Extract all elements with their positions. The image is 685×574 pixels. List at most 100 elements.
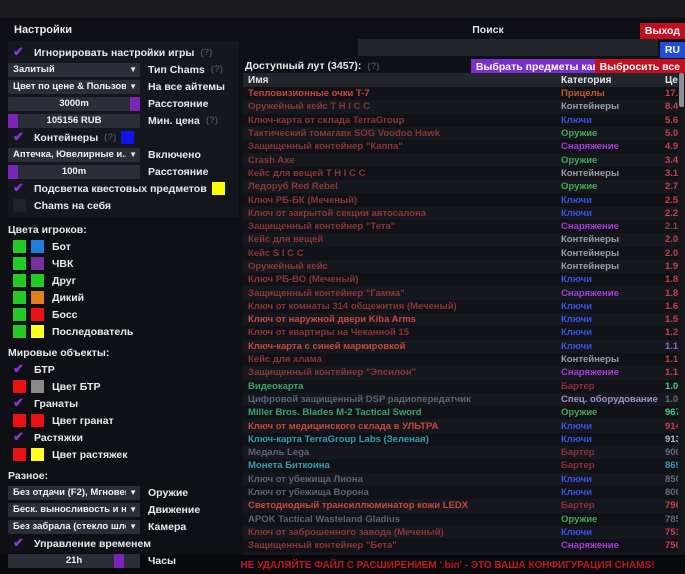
loot-row[interactable] — [243, 552, 678, 555]
checkbox-checked[interactable] — [13, 537, 26, 550]
item-price: 869.6k — [665, 460, 678, 471]
color-swatch[interactable] — [13, 325, 26, 338]
loot-row[interactable]: Crash AxeОружие3.40kk — [243, 153, 678, 166]
loot-row[interactable]: Ключ-карта от склада TerraGroupКлючи5.63… — [243, 114, 678, 127]
color-swatch[interactable] — [13, 414, 26, 427]
dropdown[interactable]: Беск. выносливость и нет уста▼ — [8, 503, 140, 517]
scrollbar-thumb[interactable] — [679, 73, 684, 107]
loot-row[interactable]: Оружейный кейс T H I C CКонтейнеры8.40kk — [243, 100, 678, 113]
color-swatch[interactable] — [31, 380, 44, 393]
loot-row[interactable]: Защищенный контейнер "Тета"Снаряжение2.1… — [243, 220, 678, 233]
loot-row[interactable]: Ледоруб Red RebelОружие2.75kk — [243, 180, 678, 193]
loot-row[interactable]: Ключ-карта с синей маркировкойКлючи1.17k… — [243, 340, 678, 353]
checkbox-checked[interactable] — [13, 363, 26, 376]
setting-label: Chams на себя — [34, 200, 111, 212]
dropdown[interactable]: Цвет по цене & Пользователь▼ — [8, 80, 140, 94]
loot-row[interactable]: APOK Tactical Wasteland GladiusОружие785… — [243, 513, 678, 526]
color-swatch[interactable] — [31, 291, 44, 304]
loot-row[interactable]: Ключ от медицинского склада в УЛЬТРАКлюч… — [243, 419, 678, 432]
loot-row[interactable]: ВидеокартаБартер1.06kk — [243, 380, 678, 393]
item-name: Кейс для хлама — [243, 354, 561, 365]
slider[interactable]: 3000m — [8, 97, 140, 111]
loot-row[interactable]: Монета БиткоинаБартер869.6k — [243, 459, 678, 472]
color-swatch[interactable] — [31, 325, 44, 338]
color-swatch[interactable] — [13, 291, 26, 304]
loot-row[interactable]: Кейс для вещейКонтейнеры2.08kk — [243, 233, 678, 246]
loot-row[interactable]: Ключ от закрытой секции автосалонаКлючи2… — [243, 207, 678, 220]
item-category: Снаряжение — [561, 540, 665, 551]
loot-row[interactable]: Тепловизионные очки T-7Прицелы17.33kk — [243, 87, 678, 100]
checkbox-checked[interactable] — [13, 397, 26, 410]
loot-row[interactable]: Ключ от квартиры на Чеканной 15Ключи1.29… — [243, 326, 678, 339]
checkbox-unchecked[interactable] — [13, 199, 26, 212]
loot-row[interactable]: Кейс для вещей T H I C CКонтейнеры3.10kk — [243, 167, 678, 180]
loot-row[interactable]: Кейс S I C CКонтейнеры2.05kk — [243, 247, 678, 260]
slider-handle[interactable] — [8, 165, 18, 179]
color-swatch[interactable] — [13, 274, 26, 287]
color-swatch[interactable] — [13, 448, 26, 461]
loot-row[interactable]: Ключ от комнаты 314 общежития (Меченый)К… — [243, 300, 678, 313]
loot-row[interactable]: Ключ-карта TerraGroup Labs (Зеленая)Ключ… — [243, 433, 678, 446]
item-category: Ключи — [561, 208, 665, 219]
loot-row[interactable]: Защищенный контейнер "Бета"Снаряжение750… — [243, 539, 678, 552]
checkbox-checked[interactable] — [13, 131, 26, 144]
loot-scrollbar[interactable] — [678, 73, 685, 555]
language-button[interactable]: RU — [660, 42, 685, 58]
color-swatch[interactable] — [31, 257, 44, 270]
column-header-name[interactable]: Имя — [243, 75, 561, 86]
color-label: Друг — [52, 275, 76, 287]
slider[interactable]: 100m — [8, 165, 140, 179]
color-swatch[interactable] — [31, 448, 44, 461]
loot-row[interactable]: Ключ от убежища ВоронаКлючи800.0k — [243, 486, 678, 499]
loot-row[interactable]: Оружейный кейсКонтейнеры1.95kk — [243, 260, 678, 273]
slider-handle[interactable] — [114, 554, 124, 568]
color-swatch[interactable] — [13, 380, 26, 393]
color-swatch[interactable] — [31, 274, 44, 287]
loot-row[interactable]: Ключ от наружной двери Kiba ArmsКлючи1.5… — [243, 313, 678, 326]
color-swatch[interactable] — [13, 257, 26, 270]
dropdown[interactable]: Залитый▼ — [8, 63, 140, 77]
loot-row[interactable]: Ключ РБ-БК (Меченый)Ключи2.58kk — [243, 193, 678, 206]
slider-handle[interactable] — [130, 97, 140, 111]
item-name: Цифровой защищенный DSP радиопередатчик — [243, 394, 561, 405]
color-swatch[interactable] — [13, 308, 26, 321]
loot-count-label: Доступный лут (3457): — [245, 60, 361, 72]
loot-row[interactable]: Ключ РБ-ВО (Меченый)Ключи1.85kk — [243, 273, 678, 286]
search-input[interactable] — [358, 39, 658, 56]
item-name: Тактический томагавк SOG Voodoo Hawk — [243, 128, 561, 139]
loot-row[interactable]: Miller Bros. Blades M-2 Tactical SwordОр… — [243, 406, 678, 419]
loot-row[interactable]: Ключ от убежища ЛионаКлючи850.0k — [243, 473, 678, 486]
checkbox-checked[interactable] — [13, 431, 26, 444]
settings-row: Разное: — [8, 467, 239, 484]
color-swatch[interactable] — [212, 182, 225, 195]
loot-row[interactable]: Защищенный контейнер "Эпсилон"Снаряжение… — [243, 366, 678, 379]
loot-row[interactable]: Светодиодный трансиллюминатор кожи LEDXБ… — [243, 499, 678, 512]
loot-row[interactable]: Защищенный контейнер "Гамма"Снаряжение1.… — [243, 286, 678, 299]
color-swatch[interactable] — [31, 240, 44, 253]
checkbox-checked[interactable] — [13, 182, 26, 195]
loot-row[interactable]: Кейс для хламаКонтейнеры1.11kk — [243, 353, 678, 366]
color-swatch[interactable] — [31, 414, 44, 427]
column-header-category[interactable]: Категория — [561, 75, 665, 86]
dropdown[interactable]: Без забрала (стекло шлема)▼ — [8, 520, 140, 534]
exit-button[interactable]: Выход — [640, 23, 685, 39]
item-category: Снаряжение — [561, 221, 665, 232]
loot-row[interactable]: Цифровой защищенный DSP радиопередатчикС… — [243, 393, 678, 406]
color-swatch[interactable] — [31, 308, 44, 321]
color-swatch[interactable] — [13, 240, 26, 253]
loot-row[interactable]: Защищенный контейнер "Каппа"Снаряжение4.… — [243, 140, 678, 153]
loot-row[interactable]: Ключ от заброшенного завода (Меченый)Клю… — [243, 526, 678, 539]
dropdown[interactable]: Аптечка, Ювелирные и...▼ — [8, 148, 140, 162]
slider[interactable]: 105156 RUB — [8, 114, 140, 128]
dropdown[interactable]: Без отдачи (F2), Мгновенное п▼ — [8, 486, 140, 500]
column-header-price[interactable]: Цена — [665, 75, 678, 86]
slider[interactable]: 21h — [8, 554, 140, 568]
settings-group-main: Игнорировать настройки игры(?)Залитый▼Ти… — [8, 41, 239, 217]
help-icon: (?) — [211, 64, 223, 75]
settings-row: Игнорировать настройки игры(?) — [8, 44, 239, 61]
slider-handle[interactable] — [8, 114, 18, 128]
color-swatch[interactable] — [121, 131, 134, 144]
loot-row[interactable]: Тактический томагавк SOG Voodoo HawkОруж… — [243, 127, 678, 140]
loot-row[interactable]: Медаль LegaБартер900.0k — [243, 446, 678, 459]
checkbox-checked[interactable] — [13, 46, 26, 59]
